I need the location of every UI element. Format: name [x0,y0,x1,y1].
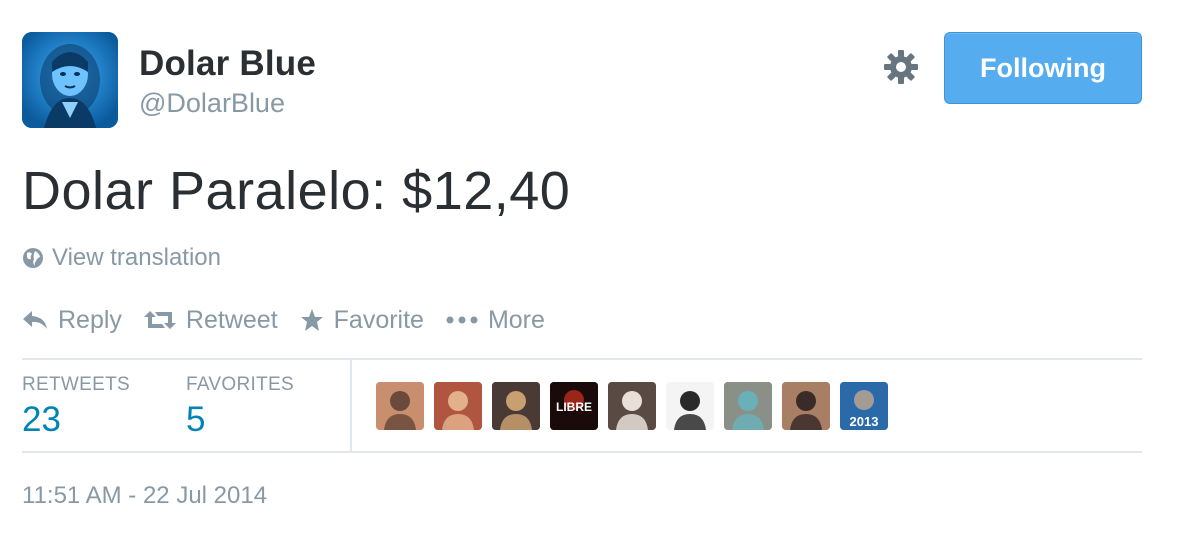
retweets-stat[interactable]: RETWEETS 23 [22,374,130,440]
tweet-text: Dolar Paralelo: $12,40 [22,161,571,221]
favorites-stat[interactable]: FAVORITES 5 [186,374,294,440]
favoriter-avatar[interactable]: 2013 [840,382,888,430]
favoriter-avatar[interactable] [492,382,540,430]
divider [22,358,1142,360]
author-username[interactable]: @DolarBlue [139,88,285,119]
reply-button[interactable]: Reply [22,306,122,335]
tweet-timestamp[interactable]: 11:51 AM - 22 Jul 2014 [22,482,267,510]
stats-divider [350,360,352,451]
reply-label: Reply [58,305,122,334]
tweet-actions: Reply Retweet Favorite More [22,302,567,338]
favoriter-avatars: LIBRE 2013 [376,382,888,430]
avatar[interactable] [22,32,118,128]
retweets-count: 23 [22,400,61,439]
favoriter-avatar[interactable] [376,382,424,430]
tweet-card: Dolar Blue @DolarBlue Following Dolar Pa… [0,0,1180,552]
retweet-label: Retweet [185,305,278,334]
more-label: More [487,305,545,334]
view-translation-link[interactable]: View translation [22,244,221,272]
dollar-portrait-avatar-icon [22,32,118,128]
globe-icon [23,248,43,268]
favoriter-avatar[interactable] [608,382,656,430]
author-fullname[interactable]: Dolar Blue [139,44,316,84]
following-button[interactable]: Following [944,32,1142,104]
star-icon [300,309,323,331]
reply-icon [23,311,47,329]
svg-text:LIBRE: LIBRE [556,400,592,414]
favoriter-avatar[interactable]: LIBRE [550,382,598,430]
gear-icon[interactable] [882,48,920,86]
favoriter-avatar[interactable] [724,382,772,430]
favorites-count: 5 [186,400,206,439]
favorite-button[interactable]: Favorite [300,306,424,335]
favorite-label: Favorite [333,305,424,334]
favoriter-avatar[interactable] [782,382,830,430]
retweet-button[interactable]: Retweet [143,305,278,335]
retweets-label: RETWEETS [22,374,130,395]
favorites-label: FAVORITES [186,374,294,395]
more-button[interactable]: More [446,306,545,335]
favoriter-avatar[interactable] [666,382,714,430]
retweet-icon [143,311,176,329]
divider [22,451,1142,453]
svg-text:2013: 2013 [850,414,879,429]
favoriter-avatar[interactable] [434,382,482,430]
ellipsis-icon [446,316,478,324]
view-translation-label: View translation [52,244,221,271]
